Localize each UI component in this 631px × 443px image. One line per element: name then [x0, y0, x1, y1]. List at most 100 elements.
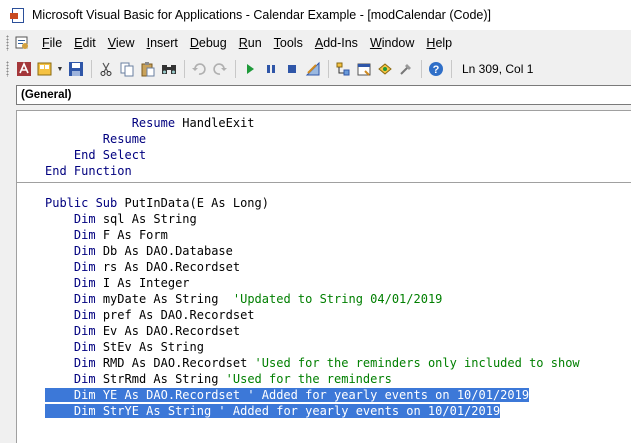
insert-module-button[interactable]	[35, 59, 55, 79]
insert-module-dropdown-icon[interactable]: ▼	[56, 59, 64, 79]
menu-file[interactable]: File	[36, 36, 68, 50]
toolbox-icon	[400, 64, 411, 75]
menu-view[interactable]: View	[102, 36, 141, 50]
code-line[interactable]: Resume	[45, 131, 146, 147]
code-line[interactable]: Dim StrRmd As String 'Used for the remin…	[45, 371, 392, 387]
code-line[interactable]: Dim StEv As String	[45, 339, 204, 355]
toolbar-grip[interactable]	[6, 61, 9, 77]
code-text: pref As DAO.Recordset	[95, 308, 255, 322]
code-line[interactable]: Resume HandleExit	[45, 115, 255, 131]
reset-button[interactable]	[282, 59, 302, 79]
object-combo[interactable]: (General)	[16, 85, 631, 105]
code-line[interactable]: End Select	[45, 147, 146, 163]
menu-add-ins[interactable]: Add-Ins	[309, 36, 364, 50]
code-line[interactable]: Dim pref As DAO.Recordset	[45, 307, 255, 323]
menu-debug[interactable]: Debug	[184, 36, 233, 50]
menu-run[interactable]: Run	[233, 36, 268, 50]
menu-window[interactable]: Window	[364, 36, 420, 50]
undo-button[interactable]	[189, 59, 209, 79]
run-button[interactable]	[240, 59, 260, 79]
code-line[interactable]: Dim Db As DAO.Database	[45, 243, 233, 259]
code-kw: Dim	[73, 228, 96, 242]
menu-bar: File Edit View Insert Debug Run Tools Ad…	[0, 30, 631, 56]
menubar-grip[interactable]	[6, 35, 9, 51]
save-button[interactable]	[66, 59, 86, 79]
code-text: F As Form	[95, 228, 168, 242]
save-icon	[69, 62, 83, 76]
menu-tools[interactable]: Tools	[268, 36, 309, 50]
code-comment: 'Used for the reminders	[225, 372, 392, 386]
code-text: rs As DAO.Recordset	[95, 260, 241, 274]
object-browser-button[interactable]	[375, 59, 395, 79]
cursor-position: Ln 309, Col 1	[462, 62, 534, 76]
title-bar: Microsoft Visual Basic for Applications …	[0, 0, 631, 30]
code-kw: Dim	[73, 388, 96, 402]
design-mode-icon	[305, 61, 320, 76]
paste-button[interactable]	[138, 59, 158, 79]
code-line[interactable]: End Function	[45, 163, 132, 179]
toolbar-separator	[235, 60, 236, 78]
menu-help[interactable]: Help	[420, 36, 458, 50]
view-access-icon	[17, 62, 31, 76]
code-kw: Dim	[73, 244, 96, 258]
insert-module-icon	[37, 62, 52, 76]
copy-button[interactable]	[117, 59, 137, 79]
code-text: I As Integer	[95, 276, 190, 290]
code-kw: Dim	[73, 324, 96, 338]
cut-button[interactable]	[96, 59, 116, 79]
project-explorer-button[interactable]	[333, 59, 353, 79]
code-text: StEv As String	[95, 340, 204, 354]
help-button[interactable]: ?	[426, 59, 446, 79]
cut-icon	[100, 62, 112, 76]
toolbox-button[interactable]	[396, 59, 416, 79]
menu-edit[interactable]: Edit	[68, 36, 102, 50]
code-kw: End Select	[73, 148, 147, 162]
toolbar-separator	[91, 60, 92, 78]
code-line[interactable]: Public Sub PutInData(E As Long)	[45, 195, 269, 211]
code-kw: Dim	[73, 340, 96, 354]
code-line[interactable]: Dim Ev As DAO.Recordset	[45, 323, 240, 339]
code-line[interactable]: Dim rs As DAO.Recordset	[45, 259, 240, 275]
find-button[interactable]	[159, 59, 179, 79]
code-line[interactable]: Dim sql As String	[45, 211, 197, 227]
code-kw: Dim	[73, 276, 96, 290]
redo-icon	[213, 63, 227, 75]
code-editor[interactable]: Resume HandleExit Resume End Select End F…	[16, 110, 631, 443]
design-mode-button[interactable]	[303, 59, 323, 79]
code-line[interactable]: Dim StrYE As String ' Added for yearly e…	[45, 403, 501, 419]
toolbar-separator	[328, 60, 329, 78]
code-kw: Dim	[73, 372, 96, 386]
code-window-icon[interactable]	[14, 35, 30, 51]
properties-button[interactable]	[354, 59, 374, 79]
code-line[interactable]: Dim YE As DAO.Recordset ' Added for year…	[45, 387, 530, 403]
view-access-button[interactable]	[14, 59, 34, 79]
code-line[interactable]: Dim F As Form	[45, 227, 168, 243]
code-text: myDate As String	[95, 292, 233, 306]
code-kw: Dim	[73, 356, 96, 370]
menu-insert[interactable]: Insert	[141, 36, 184, 50]
code-text: YE As DAO.Recordset	[95, 388, 248, 402]
code-text: PutInData(E As Long)	[117, 196, 269, 210]
code-kw: Resume	[102, 132, 147, 146]
project-explorer-icon	[336, 62, 350, 76]
code-text: Ev As DAO.Recordset	[95, 324, 241, 338]
code-line[interactable]: Dim I As Integer	[45, 275, 190, 291]
code-line[interactable]: Dim myDate As String 'Updated to String …	[45, 291, 442, 307]
code-line[interactable]: Dim RMD As DAO.Recordset 'Used for the r…	[45, 355, 580, 371]
copy-icon	[120, 62, 134, 77]
code-kw: Dim	[73, 212, 96, 226]
break-icon	[267, 65, 275, 73]
properties-icon	[357, 63, 371, 76]
redo-button[interactable]	[210, 59, 230, 79]
break-button[interactable]	[261, 59, 281, 79]
